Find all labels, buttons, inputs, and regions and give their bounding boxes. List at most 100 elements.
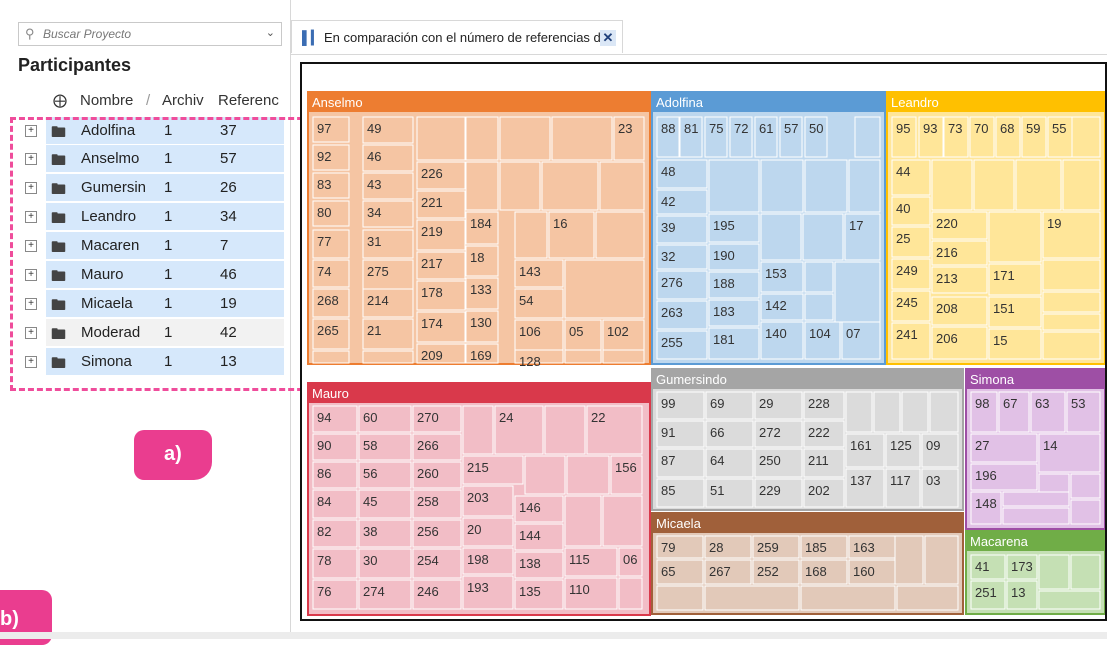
treemap-cell[interactable] [1002, 491, 1070, 507]
treemap-cell[interactable] [595, 211, 645, 259]
treemap-cell[interactable] [1042, 291, 1101, 313]
treemap-cell[interactable] [1002, 507, 1070, 525]
search-box[interactable]: ⚲ Buscar Proyecto ⌄ [18, 22, 282, 46]
treemap-cell[interactable] [1071, 116, 1101, 158]
treemap-group-simona[interactable]: Simona 98 67 63 53 27 14 196 148 [965, 368, 1106, 530]
tab-comparison[interactable]: ▌▎ En comparación con el número de refer… [291, 20, 623, 53]
treemap-group-micaela[interactable]: Micaela 79 28 259 185 163 65 267 252 168 160 [651, 512, 964, 615]
treemap-cell[interactable] [988, 211, 1042, 263]
treemap-cell[interactable] [931, 159, 973, 211]
treemap-cell-label: 09 [926, 438, 940, 453]
treemap-cell[interactable] [804, 159, 848, 213]
treemap-cell[interactable] [499, 161, 541, 211]
treemap-cell[interactable] [854, 116, 881, 158]
treemap-cell[interactable] [514, 211, 548, 259]
treemap-cell-label: 87 [661, 453, 675, 468]
treemap-cell[interactable] [704, 585, 800, 611]
treemap-cell-label: 03 [926, 473, 940, 488]
treemap-cell[interactable] [802, 213, 844, 261]
treemap-group-leandro[interactable]: Leandro 95 93 73 70 68 59 55 44 40 25 249 245 241 220 1… [886, 91, 1106, 365]
treemap-cell-label: 219 [421, 224, 443, 239]
treemap-cell[interactable] [1042, 259, 1101, 291]
treemap-cell[interactable] [834, 261, 881, 323]
treemap-group-gumersindo[interactable]: Gumersindo 99 69 29 228 91 66 272 222 87 64 250 211 8… [651, 368, 964, 511]
treemap-cell[interactable] [901, 391, 929, 433]
treemap-cell[interactable] [845, 391, 873, 433]
treemap-cell-label: 25 [896, 231, 910, 246]
treemap-cell[interactable] [1015, 159, 1062, 211]
treemap-cell[interactable] [973, 159, 1015, 211]
treemap-cell-label: 260 [417, 466, 439, 481]
treemap-cell[interactable] [1070, 473, 1101, 499]
treemap-group-title: Anselmo [312, 95, 363, 110]
treemap-cell-label: 55 [1052, 121, 1066, 136]
treemap-group-title: Adolfina [656, 95, 704, 110]
treemap-cell-label: 14 [1043, 438, 1057, 453]
treemap-cell[interactable] [416, 116, 466, 161]
treemap-cell-label: 133 [470, 282, 492, 297]
treemap-cell-label: 54 [519, 293, 533, 308]
treemap-cell[interactable] [929, 391, 959, 433]
treemap-cell[interactable] [312, 350, 350, 364]
tab-label: En comparación con el número de referenc… [324, 30, 608, 45]
treemap-cell[interactable] [804, 293, 834, 321]
treemap-cell[interactable] [1038, 590, 1101, 610]
treemap-cell[interactable] [524, 455, 566, 495]
treemap-cell[interactable] [1042, 331, 1101, 360]
chevron-down-icon[interactable]: ⌄ [266, 26, 275, 39]
treemap-cell[interactable] [800, 585, 896, 611]
treemap-cell[interactable] [1062, 159, 1101, 211]
treemap-cell[interactable] [602, 349, 645, 364]
column-header-files[interactable]: Archiv [162, 92, 204, 109]
treemap-cell[interactable] [873, 391, 901, 433]
treemap-cell-label: 44 [896, 164, 910, 179]
treemap-cell-label: 78 [317, 553, 331, 568]
column-header-refs[interactable]: Referenc [218, 92, 284, 109]
treemap-cell[interactable] [544, 405, 586, 455]
treemap-cell[interactable] [1070, 554, 1101, 590]
treemap-cell-label: 259 [757, 540, 779, 555]
treemap-cell[interactable] [848, 159, 881, 213]
treemap-group-macarena[interactable]: Macarena 41 173 251 13 [965, 530, 1106, 615]
treemap-cell[interactable] [564, 349, 602, 364]
treemap-cell[interactable] [551, 116, 613, 161]
treemap-cell[interactable] [564, 495, 602, 547]
treemap-cell[interactable] [465, 116, 499, 161]
treemap-cell-label: 153 [765, 266, 787, 281]
participants-panel: ⚲ Buscar Proyecto ⌄ Participantes ⨁ Nomb… [0, 0, 339, 645]
treemap-cell-label: 144 [519, 528, 541, 543]
treemap-cell-label: 206 [936, 331, 958, 346]
treemap-cell[interactable] [656, 585, 704, 611]
treemap-group-adolfina[interactable]: Adolfina 88 81 75 72 61 57 50 48 42 39 32 276 263 255 1… [651, 91, 886, 365]
treemap-cell[interactable] [602, 495, 643, 547]
treemap-cell[interactable] [465, 161, 499, 211]
treemap-group-title: Gumersindo [656, 372, 727, 387]
treemap-cell[interactable] [924, 535, 959, 585]
treemap-cell[interactable] [760, 213, 802, 261]
close-icon[interactable]: ✕ [600, 30, 616, 46]
treemap-cell[interactable] [708, 159, 760, 213]
treemap-cell[interactable] [804, 261, 834, 293]
treemap-cell[interactable] [1070, 499, 1101, 525]
treemap-cell[interactable] [499, 116, 551, 161]
treemap-cell[interactable] [618, 577, 643, 610]
treemap-cell[interactable] [894, 535, 924, 585]
column-header-name[interactable]: Nombre [80, 92, 133, 109]
treemap-cell[interactable] [362, 350, 414, 364]
treemap-cell[interactable] [599, 161, 645, 211]
treemap-cell[interactable] [566, 455, 610, 495]
treemap-cell[interactable] [760, 159, 804, 213]
treemap-cell[interactable] [1042, 313, 1101, 331]
treemap-cell[interactable] [564, 259, 645, 319]
treemap-cell[interactable] [541, 161, 599, 211]
treemap-cell[interactable] [896, 585, 959, 611]
search-input[interactable]: Buscar Proyecto [43, 27, 131, 41]
status-bar [0, 632, 1107, 639]
treemap-group-anselmo[interactable]: Anselmo 97 92 83 80 77 74 268 265 49 46 43 34 31 275 21… [307, 91, 651, 369]
treemap-cell[interactable] [462, 405, 494, 455]
treemap-cell[interactable] [1038, 554, 1070, 590]
add-column-icon[interactable]: ⨁ [53, 92, 67, 109]
treemap-chart: Anselmo 97 92 83 80 77 74 268 265 49 46 43 34 31 275 21… [307, 91, 1106, 616]
search-icon: ⚲ [25, 26, 35, 41]
treemap-group-mauro[interactable]: Mauro 94 60 270 90 58 266 86 56 260 84 45 258 82 38 256… [307, 382, 651, 616]
